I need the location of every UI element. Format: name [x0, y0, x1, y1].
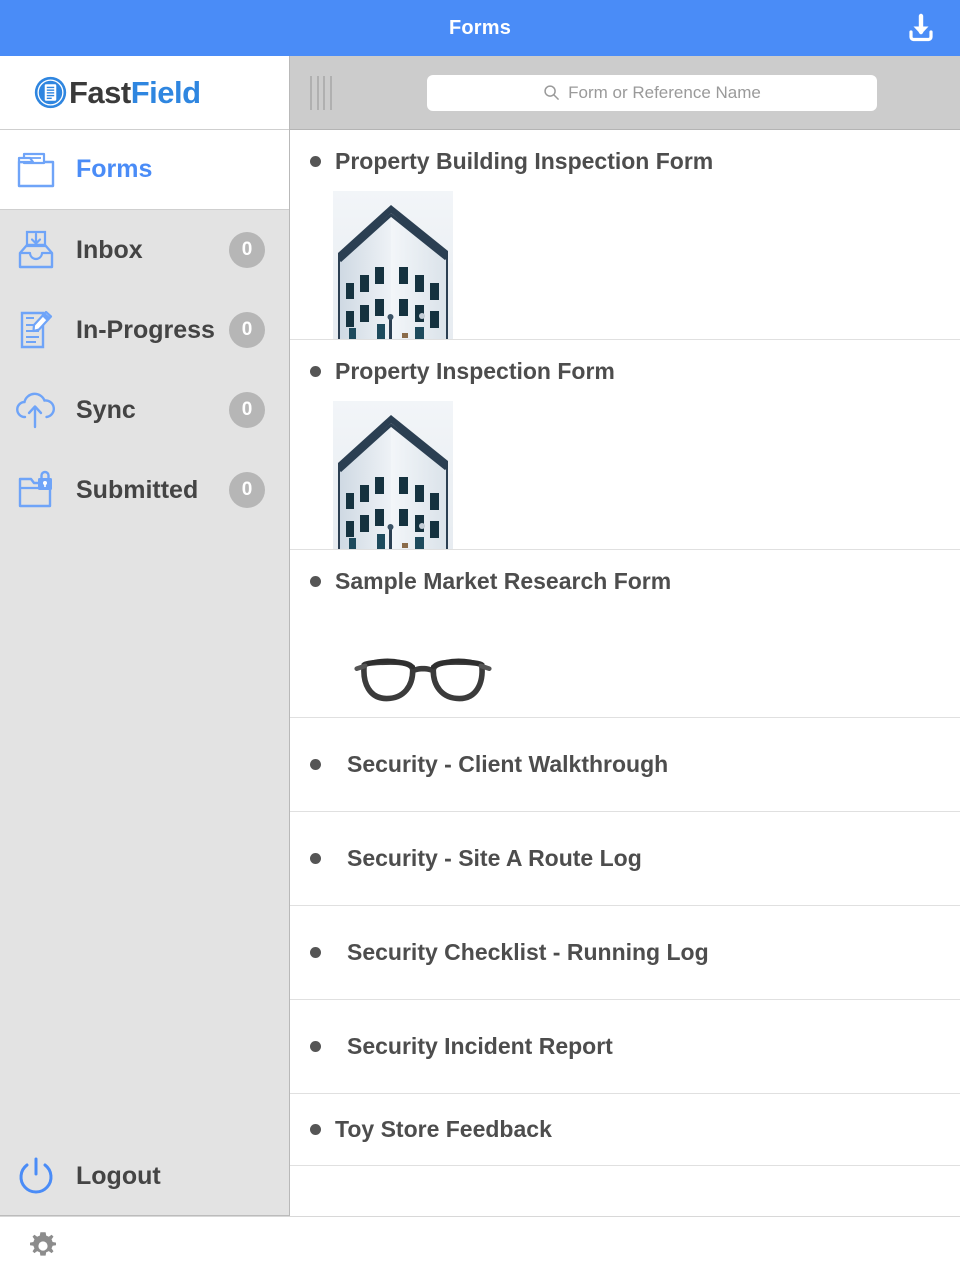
download-button[interactable] [902, 9, 940, 47]
bullet-icon [310, 1124, 321, 1135]
cloud-upload-icon [10, 384, 62, 436]
download-icon [909, 13, 933, 42]
logout-button[interactable]: Logout [0, 1138, 289, 1216]
status-badge: 0 [229, 472, 265, 508]
list-item-thumbnail [333, 191, 960, 339]
title-bar: Forms [0, 0, 960, 56]
list-item-header: Sample Market Research Form [310, 568, 960, 595]
form-list[interactable]: Property Building Inspection Form Proper… [290, 130, 960, 1216]
sidebar-item-submitted[interactable]: Submitted 0 [0, 450, 289, 530]
sidebar-item-label: Submitted [76, 475, 199, 504]
logo-text-fast: Fast [69, 74, 131, 110]
sidebar-nav: Forms Inbox 0 In-Progress 0 Sync 0 Submi… [0, 130, 289, 530]
folder-lock-icon [10, 464, 62, 516]
bullet-icon [310, 1041, 321, 1052]
list-item-label: Security Checklist - Running Log [347, 939, 709, 965]
logout-label: Logout [76, 1162, 161, 1190]
list-item-thumbnail [333, 401, 960, 549]
page-title: Forms [448, 16, 512, 39]
bullet-icon [310, 156, 321, 167]
list-item-thumbnail [333, 611, 960, 717]
sidebar-item-label: Forms [76, 155, 153, 183]
list-item-label: Security - Client Walkthrough [347, 751, 669, 777]
list-item-header: Security - Site A Route Log [310, 845, 960, 872]
list-item-label: Security Incident Report [347, 1033, 613, 1059]
list-item-label: Sample Market Research Form [335, 568, 672, 594]
bullet-icon [310, 853, 321, 864]
list-item[interactable]: Sample Market Research Form [290, 550, 960, 718]
logo-text-field: Field [130, 74, 201, 110]
eyeglasses-photo-icon [354, 658, 492, 702]
sidebar-item-inbox[interactable]: Inbox 0 [0, 210, 289, 290]
bullet-icon [310, 576, 321, 587]
building-photo-icon [333, 401, 453, 549]
gear-icon [29, 1232, 56, 1256]
list-item-header: Property Building Inspection Form [310, 148, 960, 175]
app-logo: FastField [0, 56, 289, 130]
list-item-label: Property Inspection Form [335, 358, 615, 384]
list-item[interactable]: Security Checklist - Running Log [290, 906, 960, 1000]
list-item-header: Security Checklist - Running Log [310, 939, 960, 966]
content-pane: Form or Reference Name Property Building… [290, 56, 960, 1216]
drag-handle-icon[interactable] [310, 75, 332, 110]
sidebar: FastField Forms Inbox 0 In-Progress 0 Sy… [0, 56, 290, 1216]
list-item-label: Toy Store Feedback [335, 1116, 552, 1142]
list-item-label: Property Building Inspection Form [335, 148, 714, 174]
sidebar-item-sync[interactable]: Sync 0 [0, 370, 289, 450]
sidebar-item-label: Sync [76, 395, 136, 424]
status-badge: 0 [229, 392, 265, 428]
list-item-header: Security Incident Report [310, 1033, 960, 1060]
list-item-header: Toy Store Feedback [310, 1116, 960, 1143]
app-root: Forms FastField Forms Inbox 0 In-Progres… [0, 0, 960, 1280]
document-pencil-icon [10, 304, 62, 356]
fastfield-logo-icon [34, 76, 67, 109]
building-photo-icon [333, 191, 453, 339]
sidebar-item-in-progress[interactable]: In-Progress 0 [0, 290, 289, 370]
list-item[interactable]: Property Inspection Form [290, 340, 960, 550]
list-item[interactable]: Property Building Inspection Form [290, 130, 960, 340]
list-item-header: Security - Client Walkthrough [310, 751, 960, 778]
settings-button[interactable] [26, 1229, 60, 1268]
status-bar [0, 1216, 960, 1280]
search-icon [544, 85, 559, 100]
list-item-header: Property Inspection Form [310, 358, 960, 385]
bullet-icon [310, 947, 321, 958]
folder-open-icon [10, 144, 62, 196]
power-icon [10, 1151, 62, 1203]
sidebar-item-forms[interactable]: Forms [0, 130, 289, 210]
sidebar-item-label: Inbox [76, 235, 143, 264]
bullet-icon [310, 759, 321, 770]
main-body: FastField Forms Inbox 0 In-Progress 0 Sy… [0, 56, 960, 1216]
list-item[interactable]: Security Incident Report [290, 1000, 960, 1094]
inbox-tray-icon [10, 224, 62, 276]
logo-text: FastField [69, 75, 201, 111]
search-toolbar: Form or Reference Name [290, 56, 960, 130]
list-item[interactable]: Toy Store Feedback [290, 1094, 960, 1166]
sidebar-item-label: In-Progress [76, 315, 215, 344]
bullet-icon [310, 366, 321, 377]
status-badge: 0 [229, 232, 265, 268]
search-placeholder: Form or Reference Name [568, 82, 761, 102]
list-item[interactable]: Security - Client Walkthrough [290, 718, 960, 812]
status-badge: 0 [229, 312, 265, 348]
list-item-label: Security - Site A Route Log [347, 845, 642, 871]
list-item[interactable]: Security - Site A Route Log [290, 812, 960, 906]
search-input[interactable]: Form or Reference Name [427, 74, 877, 111]
